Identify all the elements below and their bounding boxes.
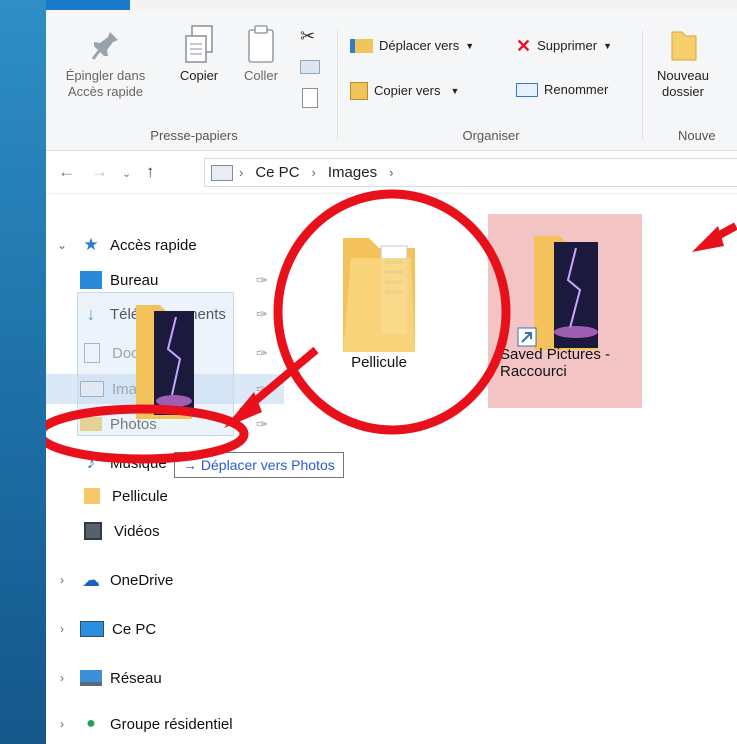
file-explorer-window: Épingler dans Accès rapide Copier Coller…	[46, 0, 737, 744]
arrow-pointer-head	[692, 226, 724, 252]
desktop-background	[0, 0, 46, 744]
red-annotation-overlay	[46, 189, 737, 464]
highlight-circle-shortcut	[273, 189, 511, 435]
highlight-ellipse-photos	[46, 404, 249, 464]
